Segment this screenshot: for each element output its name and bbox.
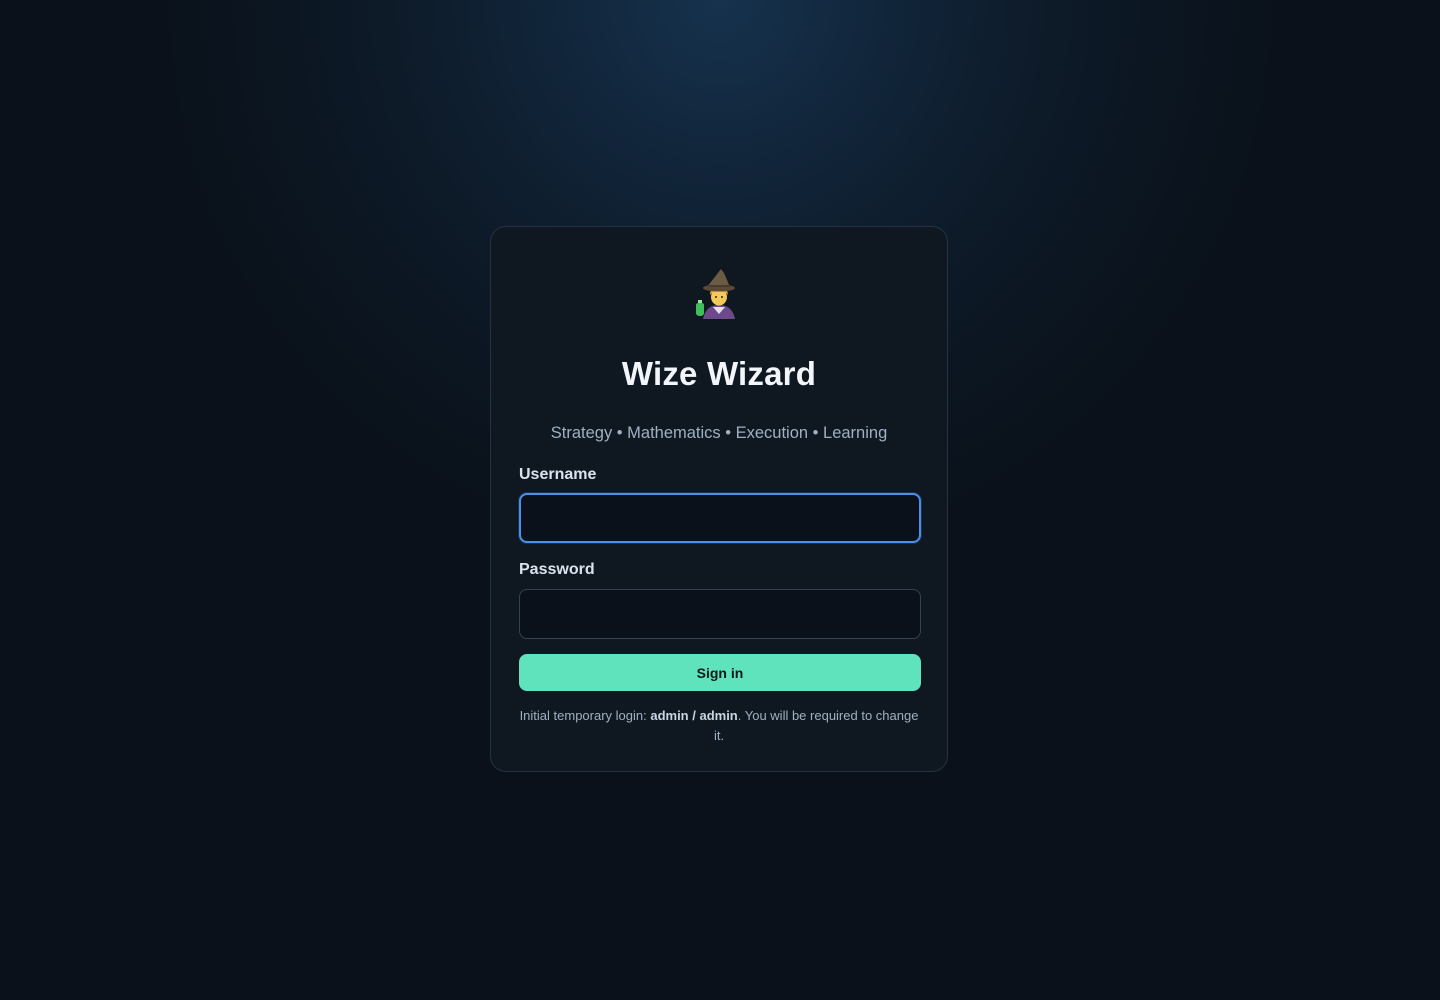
- sign-in-button[interactable]: Sign in: [519, 654, 921, 691]
- app-tagline: Strategy • Mathematics • Execution • Lea…: [550, 424, 888, 442]
- login-hint: Initial temporary login: admin / admin. …: [519, 706, 919, 746]
- hint-prefix: Initial temporary login:: [519, 708, 651, 723]
- login-card: Wize Wizard Strategy • Mathematics • Exe…: [490, 226, 948, 772]
- app-title: Wize Wizard: [621, 355, 817, 392]
- hint-credentials: admin / admin: [650, 708, 738, 723]
- username-label: Username: [519, 466, 597, 483]
- username-input[interactable]: [519, 493, 921, 543]
- hint-suffix: . You will be required to change it.: [713, 708, 919, 743]
- wizard-icon: [696, 269, 735, 319]
- password-input[interactable]: [519, 589, 921, 639]
- logo: [491, 265, 947, 321]
- password-label: Password: [519, 561, 595, 578]
